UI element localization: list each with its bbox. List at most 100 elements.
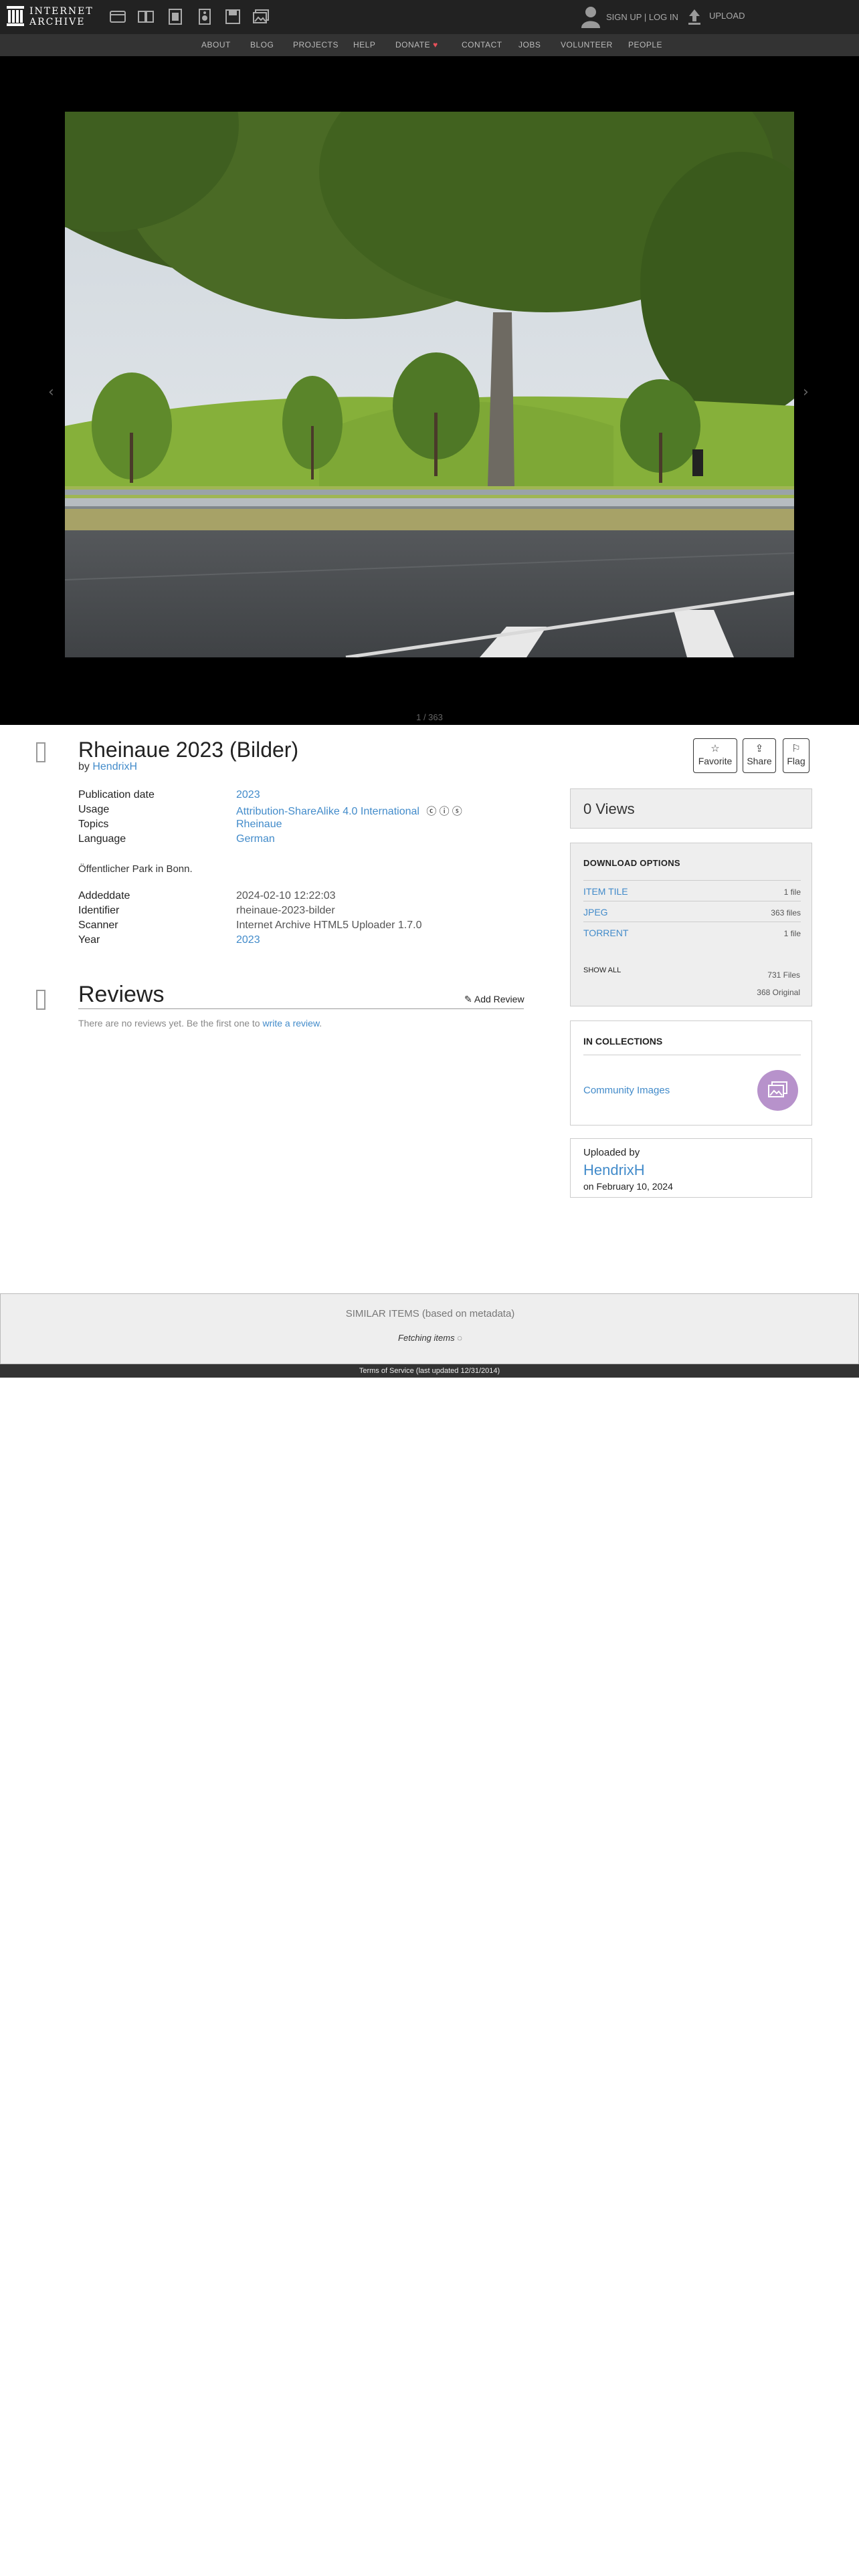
write-review-link[interactable]: write a review — [262, 1018, 319, 1029]
signup-login-link[interactable]: SIGN UP | LOG IN — [606, 12, 678, 22]
nav-donate[interactable]: DONATE ♥ — [395, 40, 438, 49]
top-navigation: INTERNET ARCHIVE SIGN UP | LOG IN UPLOAD — [0, 0, 859, 34]
download-row: TORRENT 1 file — [583, 922, 801, 942]
images-collection-icon — [768, 1081, 787, 1097]
meta-value: rheinaue-2023-bilder — [236, 905, 335, 916]
star-icon: ☆ — [710, 743, 720, 754]
previous-page-arrow[interactable]: ‹ — [48, 384, 54, 401]
images-type-icon — [36, 742, 45, 762]
item-photo[interactable] — [65, 112, 794, 657]
download-options-heading: DOWNLOAD OPTIONS — [583, 858, 680, 868]
fetching-label: Fetching items — [398, 1333, 455, 1343]
video-icon[interactable] — [167, 8, 184, 25]
download-options-panel: DOWNLOAD OPTIONS ITEM TILE 1 file JPEG 3… — [570, 843, 812, 1006]
texts-icon[interactable] — [137, 8, 155, 25]
reviews-heading: Reviews — [78, 982, 165, 1007]
park-scene-image — [65, 112, 794, 657]
original-files-count: 368 Original — [757, 988, 800, 997]
footer: Terms of Service (last updated 12/31/201… — [0, 1364, 859, 1378]
images-icon[interactable] — [252, 8, 270, 25]
collection-thumbnail[interactable] — [757, 1070, 798, 1111]
nav-about[interactable]: ABOUT — [201, 40, 231, 49]
meta-key: Language — [78, 833, 126, 845]
no-reviews-end: . — [319, 1018, 322, 1029]
cc-icon: ⓒ — [426, 806, 437, 817]
views-count: 0 Views — [583, 800, 635, 817]
author-link[interactable]: HendrixH — [92, 761, 137, 772]
logo-text-line2: ARCHIVE — [29, 17, 86, 27]
similar-items-section: SIMILAR ITEMS (based on metadata) Fetchi… — [0, 1293, 859, 1364]
meta-value: 2024-02-10 12:22:03 — [236, 890, 336, 901]
topic-link[interactable]: Rheinaue — [236, 819, 282, 830]
uploader-panel: Uploaded by HendrixH on February 10, 202… — [570, 1138, 812, 1198]
meta-key: Topics — [78, 819, 109, 830]
fetching-status: Fetching items ◌ — [1, 1333, 859, 1343]
share-icon: ⇪ — [755, 743, 764, 754]
year-link[interactable]: 2023 — [236, 934, 260, 946]
total-files-count: 731 Files — [767, 970, 800, 980]
download-row: ITEM TILE 1 file — [583, 880, 801, 901]
no-reviews-text: There are no reviews yet. Be the first o… — [78, 1018, 263, 1029]
download-torrent-link[interactable]: TORRENT — [583, 928, 628, 938]
secondary-navigation: ABOUT BLOG PROJECTS HELP DONATE ♥ CONTACT… — [0, 34, 859, 56]
nav-donate-label: DONATE — [395, 40, 431, 49]
meta-key: Identifier — [78, 905, 120, 916]
item-byline: by HendrixH — [78, 761, 137, 773]
share-label: Share — [747, 756, 772, 766]
next-page-arrow[interactable]: › — [803, 384, 809, 401]
nav-volunteer[interactable]: VOLUNTEER — [561, 40, 613, 49]
meta-key: Usage — [78, 804, 110, 815]
file-count: 363 files — [771, 908, 801, 918]
upload-label[interactable]: UPLOAD — [709, 11, 745, 21]
page-counter: 1 / 363 — [416, 712, 443, 722]
file-count: 1 file — [783, 929, 801, 938]
nav-help[interactable]: HELP — [353, 40, 375, 49]
favorite-label: Favorite — [698, 756, 733, 766]
meta-value: Internet Archive HTML5 Uploader 1.7.0 — [236, 920, 422, 931]
language-link[interactable]: German — [236, 833, 275, 845]
item-description: Öffentlicher Park in Bonn. — [78, 863, 193, 875]
show-all-link[interactable]: SHOW ALL — [583, 966, 621, 974]
meta-key: Scanner — [78, 920, 118, 931]
web-icon[interactable] — [109, 8, 126, 25]
image-viewer: ‹ › 1 / 363 — [0, 56, 859, 725]
terms-of-service-link[interactable]: Terms of Service (last updated 12/31/201… — [359, 1367, 500, 1375]
internet-archive-logo[interactable]: INTERNET ARCHIVE — [7, 5, 97, 30]
audio-icon[interactable] — [196, 8, 213, 25]
uploader-link[interactable]: HendrixH — [583, 1162, 645, 1179]
reviews-icon — [36, 990, 45, 1010]
download-jpeg-link[interactable]: JPEG — [583, 907, 608, 918]
nav-contact[interactable]: CONTACT — [462, 40, 502, 49]
user-icon[interactable] — [581, 5, 601, 28]
similar-items-heading: SIMILAR ITEMS (based on metadata) — [345, 1308, 515, 1319]
add-review-button[interactable]: ✎ Add Review — [464, 994, 524, 1005]
flag-button[interactable]: ⚐ Flag — [783, 738, 809, 773]
nav-projects[interactable]: PROJECTS — [293, 40, 339, 49]
software-icon[interactable] — [224, 8, 242, 25]
favorite-button[interactable]: ☆ Favorite — [693, 738, 737, 773]
download-row: JPEG 363 files — [583, 901, 801, 922]
cc-icons[interactable]: ⓒ ⓘ ⓢ — [426, 806, 462, 817]
nav-people[interactable]: PEOPLE — [628, 40, 662, 49]
share-button[interactable]: ⇪ Share — [743, 738, 776, 773]
download-item-tile-link[interactable]: ITEM TILE — [583, 886, 628, 897]
collection-link[interactable]: Community Images — [583, 1085, 670, 1096]
nav-blog[interactable]: BLOG — [250, 40, 274, 49]
no-reviews-message: There are no reviews yet. Be the first o… — [78, 1018, 322, 1029]
heart-icon: ♥ — [433, 40, 438, 49]
collections-panel: IN COLLECTIONS Community Images — [570, 1021, 812, 1125]
meta-key: Publication date — [78, 789, 155, 800]
flag-label: Flag — [787, 756, 805, 766]
archive-building-icon — [7, 6, 24, 26]
upload-date: on February 10, 2024 — [583, 1181, 673, 1192]
add-review-label: Add Review — [474, 994, 524, 1004]
file-count: 1 file — [783, 887, 801, 897]
pencil-icon: ✎ — [464, 994, 474, 1004]
by-icon: ⓘ — [439, 806, 450, 817]
publication-date-link[interactable]: 2023 — [236, 789, 260, 800]
nav-jobs[interactable]: JOBS — [518, 40, 541, 49]
upload-icon[interactable] — [687, 8, 702, 25]
license-link[interactable]: Attribution-ShareAlike 4.0 International — [236, 806, 419, 817]
meta-key: Year — [78, 934, 100, 946]
reviews-divider — [78, 1008, 524, 1009]
